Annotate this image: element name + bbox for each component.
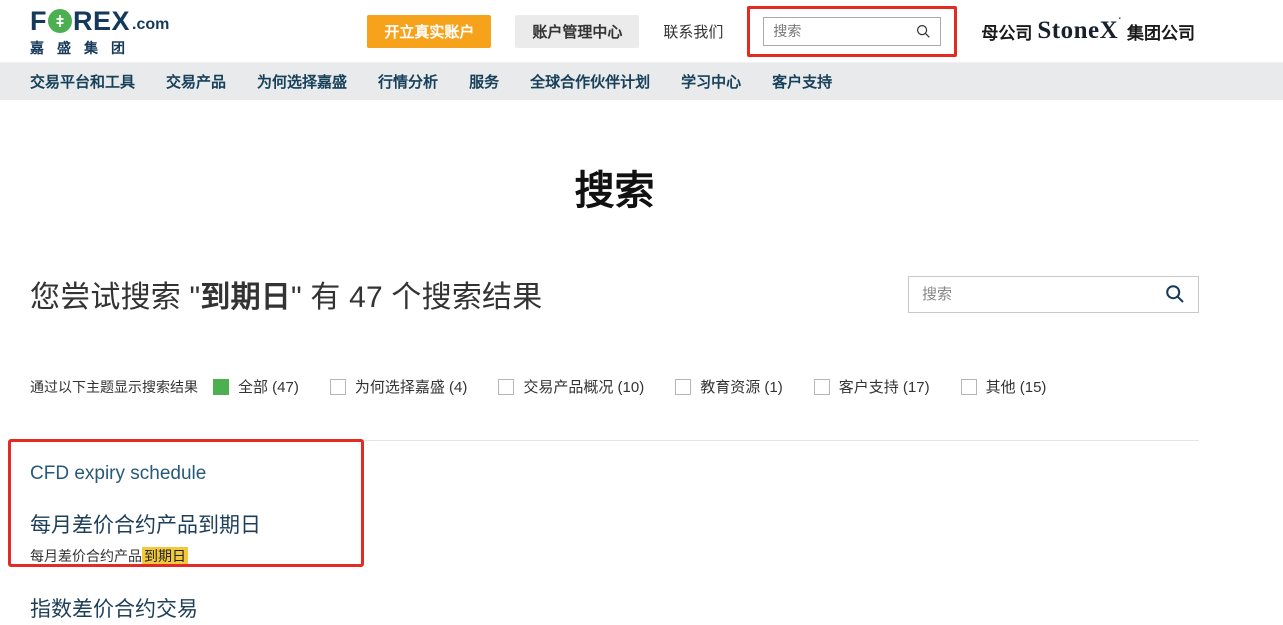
results-heading: 您尝试搜索 "到期日" 有 47 个搜索结果 — [30, 272, 542, 316]
logo-text-rex: REX — [73, 8, 130, 35]
nav-item-learning-center[interactable]: 学习中心 — [681, 71, 741, 92]
search-result-item: 指数差价合约交易 嘉盛集团中国官网为大家带来指数差价合约交易常见问题解答，让你快… — [30, 593, 1199, 625]
result-title-link[interactable]: 指数差价合约交易 — [30, 593, 198, 623]
header-search-input[interactable] — [773, 23, 916, 39]
nav-item-customer-support[interactable]: 客户支持 — [772, 71, 832, 92]
parent-company-label: 母公司 StoneX˙ 集团公司 — [981, 17, 1195, 45]
checkbox-unchecked-icon[interactable] — [498, 379, 514, 395]
results-heading-suffix: " 有 47 个搜索结果 — [291, 281, 542, 314]
header-actions: 开立真实账户 账户管理中心 联系我们 母公司 StoneX˙ 集团公司 — [367, 6, 1195, 57]
filter-support[interactable]: 客户支持 (17) — [814, 376, 930, 397]
search-query-term: 到期日 — [200, 281, 291, 314]
forex-logo[interactable]: F REX .com 嘉盛集团 — [30, 8, 169, 55]
open-live-account-button[interactable]: 开立真实账户 — [367, 15, 491, 48]
account-center-button[interactable]: 账户管理中心 — [515, 15, 639, 48]
filter-row: 通过以下主题显示搜索结果 全部 (47) 为何选择嘉盛 (4) 交易产品概况 (… — [30, 376, 1199, 397]
stonex-trademark: ˙ — [1118, 17, 1122, 28]
filter-education[interactable]: 教育资源 (1) — [675, 376, 783, 397]
nav-item-market-analysis[interactable]: 行情分析 — [378, 71, 438, 92]
parent-company-suffix: 集团公司 — [1127, 19, 1195, 44]
parent-company-prefix: 母公司 — [981, 19, 1032, 44]
checkbox-checked-icon[interactable] — [213, 379, 229, 395]
results-heading-prefix: 您尝试搜索 " — [30, 281, 200, 314]
logo-text-f: F — [30, 8, 47, 35]
page-title: 搜索 — [30, 158, 1199, 216]
results-search-input[interactable] — [922, 286, 1165, 303]
filter-all[interactable]: 全部 (47) — [213, 376, 299, 397]
filter-product-overview[interactable]: 交易产品概况 (10) — [498, 376, 644, 397]
contact-us-link[interactable]: 联系我们 — [663, 21, 723, 42]
search-icon[interactable] — [1165, 284, 1185, 304]
results-summary-row: 您尝试搜索 "到期日" 有 47 个搜索结果 — [30, 272, 1199, 316]
nav-item-why-forex[interactable]: 为何选择嘉盛 — [257, 71, 347, 92]
checkbox-unchecked-icon[interactable] — [330, 379, 346, 395]
nav-item-services[interactable]: 服务 — [469, 71, 499, 92]
logo-text-com: .com — [132, 17, 169, 35]
checkbox-unchecked-icon[interactable] — [814, 379, 830, 395]
header-search-box — [763, 17, 941, 46]
filter-row-label: 通过以下主题显示搜索结果 — [30, 377, 198, 397]
nav-item-trading-products[interactable]: 交易产品 — [166, 71, 226, 92]
header: F REX .com 嘉盛集团 开立真实账户 账户管理中心 联系我们 — [0, 0, 1283, 62]
logo-chinese-name: 嘉盛集团 — [30, 41, 169, 55]
result-category-link[interactable]: CFD expiry schedule — [30, 463, 206, 485]
logo-wordmark: F REX .com — [30, 8, 169, 35]
nav-item-trading-platforms[interactable]: 交易平台和工具 — [30, 71, 135, 92]
main-nav: 交易平台和工具 交易产品 为何选择嘉盛 行情分析 服务 全球合作伙伴计划 学习中… — [0, 62, 1283, 100]
search-results-list: CFD expiry schedule 每月差价合约产品到期日 每月差价合约产品… — [30, 441, 1199, 625]
filter-why-forex[interactable]: 为何选择嘉盛 (4) — [330, 376, 468, 397]
checkbox-unchecked-icon[interactable] — [675, 379, 691, 395]
results-search-box — [908, 276, 1199, 313]
search-result-item: CFD expiry schedule 每月差价合约产品到期日 每月差价合约产品… — [30, 441, 1199, 566]
annotation-box-header-search — [747, 6, 957, 57]
filter-options: 全部 (47) 为何选择嘉盛 (4) 交易产品概况 (10) 教育资源 (1) … — [213, 376, 1046, 397]
search-icon[interactable] — [916, 24, 931, 39]
main-content: 搜索 您尝试搜索 "到期日" 有 47 个搜索结果 通过以下主题显示搜索结果 全… — [30, 158, 1199, 625]
nav-item-partner-program[interactable]: 全球合作伙伴计划 — [530, 71, 650, 92]
filter-other[interactable]: 其他 (15) — [961, 376, 1047, 397]
result-snippet: 每月差价合约产品到期日 — [30, 546, 1199, 566]
highlighted-term: 到期日 — [142, 547, 188, 565]
result-title-link[interactable]: 每月差价合约产品到期日 — [30, 509, 261, 539]
checkbox-unchecked-icon[interactable] — [961, 379, 977, 395]
logo-o-icon — [48, 9, 72, 33]
stonex-brand: StoneX˙ — [1037, 17, 1122, 45]
